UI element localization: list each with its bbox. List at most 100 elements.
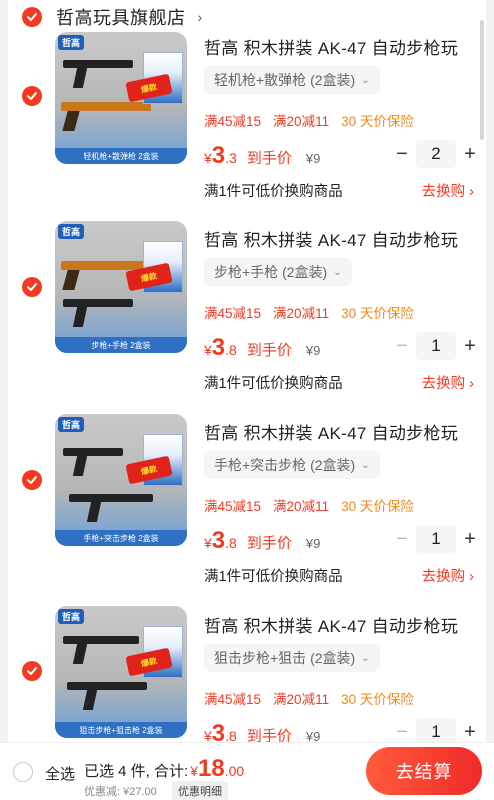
swap-row: 满1件可低价换购商品 去换购 › <box>204 180 474 201</box>
image-caption: 狙击步枪+狙击枪 2盒装 <box>55 722 187 738</box>
item-checkbox[interactable] <box>22 277 42 297</box>
product-title[interactable]: 哲高 积木拼装 AK-47 自动步枪玩 <box>204 612 458 637</box>
check-icon <box>27 13 37 21</box>
total-currency: ¥ <box>190 763 198 779</box>
sku-selector[interactable]: 手枪+突击步枪 (2盒装) ⌄ <box>204 451 380 479</box>
gun-graphic <box>63 448 123 456</box>
quantity-stepper: − 1 + <box>392 524 482 554</box>
product-image[interactable]: 哲高 爆款 步枪+手枪 2盒装 <box>55 221 187 353</box>
price-insurance-tag: 30 天价保险 <box>341 692 414 707</box>
cart-item: 哲高 爆款 轻机枪+散弹枪 2盒装 哲高 积木拼装 AK-47 自动步枪玩 轻机… <box>8 32 486 225</box>
price-decimal: .8 <box>225 342 237 358</box>
increment-button[interactable]: + <box>460 721 480 743</box>
brand-tag: 哲高 <box>58 417 85 432</box>
swap-link[interactable]: 去换购 › <box>422 565 474 586</box>
chevron-right-icon[interactable]: › <box>198 9 203 25</box>
price-label: 到手价 <box>246 342 292 359</box>
quantity-stepper: − 1 + <box>392 331 482 361</box>
promo-row: 满45减15 满20减11 30 天价保险 <box>204 110 414 130</box>
price-row: ¥3.3 到手价 ¥9 <box>204 142 320 170</box>
promo-tag: 满20减11 <box>273 499 330 514</box>
increment-button[interactable]: + <box>460 335 480 358</box>
increment-button[interactable]: + <box>460 528 480 551</box>
product-title[interactable]: 哲高 积木拼装 AK-47 自动步枪玩 <box>204 419 458 444</box>
caret-down-icon: ⌄ <box>361 459 370 471</box>
currency-symbol: ¥ <box>204 728 212 742</box>
price-integer: 3 <box>211 527 226 554</box>
shop-name[interactable]: 哲高玩具旗舰店 <box>56 4 186 30</box>
sku-selector[interactable]: 步枪+手枪 (2盒装) ⌄ <box>204 258 352 286</box>
gun-graphic <box>61 102 151 111</box>
discount-detail-button[interactable]: 优惠明细 <box>172 781 228 800</box>
product-image[interactable]: 哲高 爆款 手枪+突击步枪 2盒装 <box>55 414 187 546</box>
gun-graphic <box>63 299 133 307</box>
price-row: ¥3.8 到手价 ¥9 <box>204 334 320 362</box>
check-icon <box>27 92 37 100</box>
gun-graphic <box>62 270 80 290</box>
product-image[interactable]: 哲高 爆款 狙击步枪+狙击枪 2盒装 <box>55 606 187 738</box>
price-insurance-tag: 30 天价保险 <box>341 306 414 321</box>
original-price: ¥9 <box>305 151 321 166</box>
increment-button[interactable]: + <box>460 143 480 166</box>
decrement-button[interactable]: − <box>392 528 412 551</box>
promo-tag: 满45减15 <box>204 692 262 707</box>
currency-symbol: ¥ <box>204 535 212 551</box>
item-checkbox[interactable] <box>22 86 42 106</box>
price-decimal: .8 <box>225 728 237 742</box>
gun-graphic <box>63 636 139 644</box>
price-integer: 3 <box>211 720 226 742</box>
swap-link[interactable]: 去换购 › <box>422 180 474 201</box>
check-icon <box>27 667 37 675</box>
gun-graphic <box>63 60 133 68</box>
select-all-checkbox[interactable] <box>13 762 33 782</box>
price-row: ¥3.8 到手价 ¥9 <box>204 720 320 742</box>
scrollbar[interactable] <box>480 20 484 140</box>
checkout-bar: 全选 已选 4 件, 合计: ¥ 18 .00 优惠减: ¥27.00 优惠明细… <box>0 742 494 800</box>
original-price: ¥9 <box>305 343 321 358</box>
decrement-button[interactable]: − <box>392 721 412 743</box>
swap-label: 满1件可低价换购商品 <box>204 184 343 200</box>
item-checkbox[interactable] <box>22 661 42 681</box>
product-title[interactable]: 哲高 积木拼装 AK-47 自动步枪玩 <box>204 226 458 251</box>
price-integer: 3 <box>211 142 226 169</box>
price-decimal: .3 <box>225 150 237 166</box>
quantity-input[interactable]: 1 <box>416 332 456 360</box>
promo-tag: 满45减15 <box>204 114 262 129</box>
gun-graphic <box>82 690 98 710</box>
product-title[interactable]: 哲高 积木拼装 AK-47 自动步枪玩 <box>204 34 458 59</box>
discount-amount: 优惠减: ¥27.00 <box>84 786 157 798</box>
promo-tag: 满20减11 <box>273 692 330 707</box>
check-icon <box>27 283 37 291</box>
selected-count-text: 已选 4 件, 合计: <box>84 763 189 780</box>
currency-symbol: ¥ <box>204 342 212 358</box>
shop-checkbox[interactable] <box>22 7 42 27</box>
price-integer: 3 <box>211 334 226 361</box>
sku-selector[interactable]: 轻机枪+散弹枪 (2盒装) ⌄ <box>204 66 380 94</box>
gun-graphic <box>72 644 88 664</box>
quantity-input[interactable]: 1 <box>416 718 456 742</box>
sku-selector[interactable]: 狙击步枪+狙击 (2盒装) ⌄ <box>204 644 380 672</box>
product-image[interactable]: 哲高 爆款 轻机枪+散弹枪 2盒装 <box>55 32 187 164</box>
gun-graphic <box>69 494 153 502</box>
select-all-label[interactable]: 全选 <box>45 763 75 784</box>
cart-item: 哲高 爆款 步枪+手枪 2盒装 哲高 积木拼装 AK-47 自动步枪玩 步枪+手… <box>8 220 486 413</box>
quantity-input[interactable]: 2 <box>416 140 456 168</box>
promo-row: 满45减15 满20减11 30 天价保险 <box>204 688 414 708</box>
swap-link[interactable]: 去换购 › <box>422 372 474 393</box>
quantity-input[interactable]: 1 <box>416 525 456 553</box>
price-insurance-tag: 30 天价保险 <box>341 114 414 129</box>
decrement-button[interactable]: − <box>392 335 412 358</box>
decrement-button[interactable]: − <box>392 143 412 166</box>
brand-tag: 哲高 <box>58 224 85 239</box>
promo-tag: 满45减15 <box>204 306 262 321</box>
item-checkbox[interactable] <box>22 470 42 490</box>
total-integer: 18 <box>197 755 225 782</box>
gun-graphic <box>72 456 88 476</box>
caret-down-icon: ⌄ <box>333 266 342 278</box>
swap-row: 满1件可低价换购商品 去换购 › <box>204 372 474 393</box>
price-insurance-tag: 30 天价保险 <box>341 499 414 514</box>
checkout-button[interactable]: 去结算 <box>366 747 482 795</box>
shop-header[interactable]: 哲高玩具旗舰店 › <box>22 4 202 30</box>
brand-tag: 哲高 <box>58 35 85 50</box>
gun-graphic <box>72 68 88 88</box>
